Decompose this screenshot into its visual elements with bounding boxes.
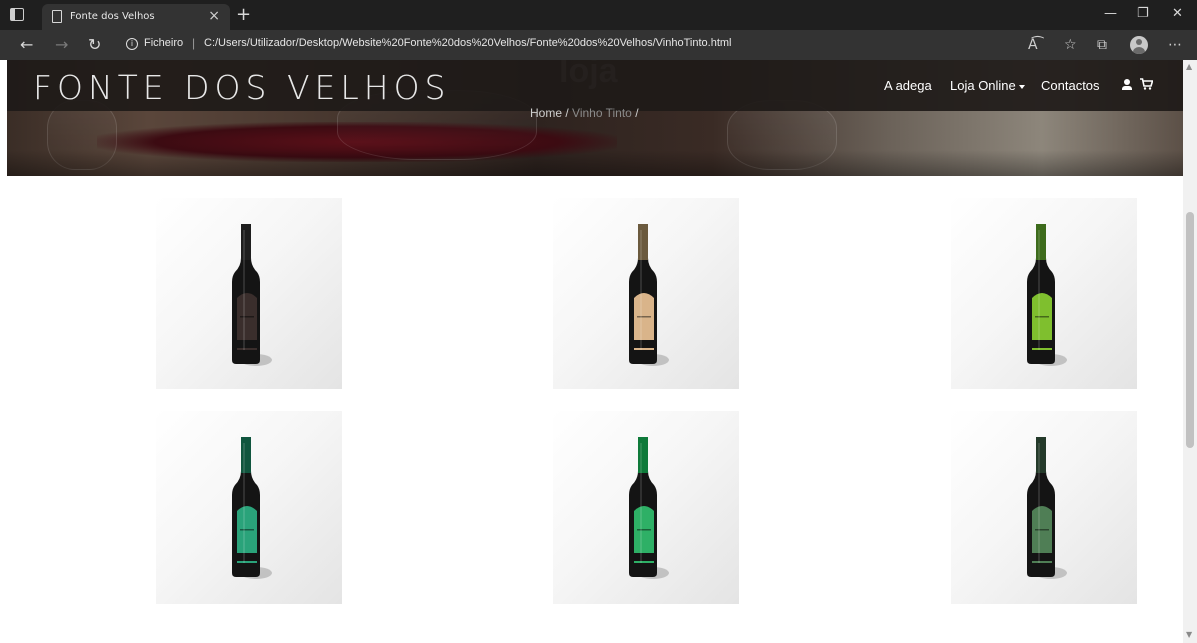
close-icon[interactable]: ✕ <box>1172 6 1183 21</box>
wine-bottle-image <box>629 437 669 579</box>
favorites-icon[interactable]: ☆ <box>1064 37 1077 53</box>
tab-actions-icon[interactable] <box>10 8 24 21</box>
profile-icon[interactable] <box>1130 36 1148 54</box>
minimize-icon[interactable]: — <box>1104 6 1117 21</box>
info-icon[interactable]: i <box>126 38 138 50</box>
wine-bottle-image <box>1027 224 1067 366</box>
read-aloud-icon[interactable]: A͡ <box>1028 37 1038 53</box>
cart-icon[interactable] <box>1140 78 1153 90</box>
product-card[interactable] <box>156 198 342 389</box>
site-logo[interactable]: FONTE DOS VELHOS <box>33 68 451 107</box>
collections-icon[interactable]: ⧉ <box>1097 37 1107 53</box>
product-card[interactable] <box>951 411 1137 604</box>
nav-loja-label: Loja Online <box>950 78 1016 93</box>
new-tab-button[interactable]: + <box>236 4 251 25</box>
caret-down-icon <box>1018 84 1025 89</box>
browser-tab-bar: Fonte dos Velhos × + — ❐ ✕ <box>0 0 1197 30</box>
address-label: Ficheiro <box>144 37 184 49</box>
restore-icon[interactable]: ❐ <box>1137 6 1149 21</box>
browser-address-bar: ← → ↻ i Ficheiro | C:/Users/Utilizador/D… <box>0 30 1197 60</box>
scroll-thumb[interactable] <box>1186 212 1194 448</box>
tab-title: Fonte dos Velhos <box>70 11 155 22</box>
wine-bottle-image <box>1027 437 1067 579</box>
product-card[interactable] <box>156 411 342 604</box>
nav-link-contactos[interactable]: Contactos <box>1041 78 1100 93</box>
back-icon[interactable]: ← <box>20 35 33 54</box>
page-scrollbar[interactable]: ▲ ▼ <box>1183 60 1197 643</box>
refresh-icon[interactable]: ↻ <box>88 35 101 54</box>
scroll-down-icon[interactable]: ▼ <box>1186 630 1192 639</box>
breadcrumb: Home / Vinho Tinto / <box>530 106 639 120</box>
url-field[interactable]: i Ficheiro | C:/Users/Utilizador/Desktop… <box>118 34 1078 56</box>
page-icon <box>52 10 62 23</box>
wine-bottle-image <box>629 224 669 366</box>
wine-bottle-image <box>232 224 272 366</box>
nav-link-adega[interactable]: A adega <box>884 78 932 93</box>
address-separator: | <box>192 36 196 50</box>
breadcrumb-separator-icon: / <box>635 106 639 120</box>
url-text[interactable]: C:/Users/Utilizador/Desktop/Website%20Fo… <box>204 37 731 49</box>
wine-bottle-image <box>232 437 272 579</box>
breadcrumb-home[interactable]: Home <box>530 106 562 120</box>
user-icon[interactable] <box>1122 79 1132 91</box>
nav-link-loja-online[interactable]: Loja Online <box>950 78 1025 93</box>
product-card[interactable] <box>553 198 739 389</box>
browser-tab[interactable]: Fonte dos Velhos × <box>42 4 230 30</box>
tab-close-icon[interactable]: × <box>208 8 220 24</box>
product-card[interactable] <box>951 198 1137 389</box>
forward-icon[interactable]: → <box>55 35 68 54</box>
breadcrumb-current: Vinho Tinto <box>572 106 632 120</box>
hero-banner: FONTE DOS VELHOS loja Home / Vinho Tinto… <box>7 60 1183 176</box>
product-card[interactable] <box>553 411 739 604</box>
scroll-up-icon[interactable]: ▲ <box>1186 62 1192 71</box>
more-icon[interactable]: ⋯ <box>1168 37 1182 53</box>
page-viewport: FONTE DOS VELHOS loja Home / Vinho Tinto… <box>0 60 1197 643</box>
